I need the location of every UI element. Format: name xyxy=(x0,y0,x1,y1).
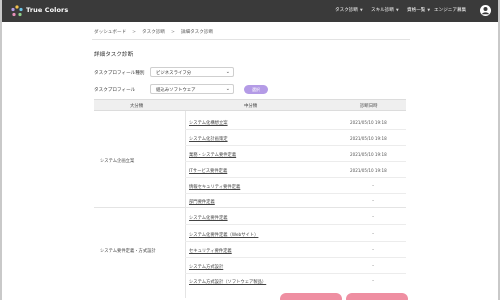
row-link[interactable]: システム化計画策定 xyxy=(189,136,228,142)
breadcrumb-dashboard[interactable]: ダッシュボード xyxy=(94,30,126,35)
nav-label: タスク診断 xyxy=(335,8,358,13)
user-avatar-icon[interactable] xyxy=(480,5,491,16)
true-colors-logo-icon[interactable] xyxy=(11,5,23,17)
nav-label: スキル診断 xyxy=(371,8,394,13)
row-link[interactable]: 業務・システム要件定義 xyxy=(189,152,236,158)
row-link[interactable]: システム方式設計 xyxy=(189,264,223,270)
profile-category-label: タスクプロフィール種別 xyxy=(94,71,145,76)
nav-label: エンジニア募集 xyxy=(434,8,467,13)
header-diagnosis-date: 診断日時 xyxy=(360,104,378,109)
row-link[interactable]: システム化構想立案 xyxy=(189,120,228,126)
chevron-down-icon: ▼ xyxy=(395,8,399,12)
chevron-down-icon: ▼ xyxy=(359,8,363,12)
select-value: 組込みソフトウェア xyxy=(156,88,196,93)
nav-label: 資格一覧 xyxy=(407,8,426,13)
row-date: 2021/05/10 19:18 xyxy=(350,136,387,141)
row-link[interactable]: 部門要件定義 xyxy=(189,199,215,205)
chevron-down-icon: ▼ xyxy=(427,8,431,12)
breadcrumb-task-diagnosis[interactable]: タスク診断 xyxy=(142,30,165,35)
row-divider xyxy=(185,145,406,146)
row-date: – xyxy=(372,279,375,284)
row-date: 2021/05/10 19:18 xyxy=(350,152,387,157)
breadcrumb: ダッシュボード > タスク診断 > 詳細タスク診断 xyxy=(94,29,213,35)
row-link[interactable]: システム方式設計（ソフトウェア製品） xyxy=(189,279,266,285)
profile-select[interactable]: 組込みソフトウェア ⌄ xyxy=(150,84,234,94)
column-divider xyxy=(185,111,186,298)
row-date: – xyxy=(372,215,375,220)
row-divider xyxy=(185,129,406,130)
row-date: 2021/05/10 19:18 xyxy=(350,120,387,125)
row-link[interactable]: システム化要件定義（Webサイト） xyxy=(189,232,258,238)
row-date: – xyxy=(372,248,375,253)
row-date: 2021/05/10 19:18 xyxy=(350,168,387,173)
row-divider xyxy=(185,177,406,178)
select-button[interactable]: 選択 xyxy=(244,85,268,94)
row-divider xyxy=(185,193,406,194)
category-label: システム企画立案 xyxy=(100,159,135,164)
chevron-down-icon: ⌄ xyxy=(225,69,230,75)
brand-name[interactable]: True Colors xyxy=(26,6,68,14)
category-label: システム要件定義・方式設計 xyxy=(100,249,156,254)
row-link[interactable]: システム化要件定義 xyxy=(189,215,228,221)
row-date: – xyxy=(372,199,375,204)
top-navigation-bar: True Colors タスク診断 ▼ スキル診断 ▼ 資格一覧 ▼ エンジニア募集 xyxy=(2,0,498,22)
divider xyxy=(92,39,410,40)
breadcrumb-current: 詳細タスク診断 xyxy=(180,30,214,35)
page-title: 詳細タスク診断 xyxy=(94,52,134,58)
header-major-category: 大分類 xyxy=(130,104,144,109)
header-middle-category: 中分類 xyxy=(244,104,258,109)
chevron-down-icon: ⌄ xyxy=(225,86,230,92)
nav-task-diagnosis[interactable]: タスク診断 ▼ xyxy=(335,7,363,13)
row-divider xyxy=(185,161,406,162)
row-divider xyxy=(185,224,406,225)
row-date: – xyxy=(372,264,375,269)
nav-certifications[interactable]: 資格一覧 ▼ xyxy=(407,7,430,13)
row-date: – xyxy=(372,232,375,237)
row-link[interactable]: セキュリティ要件定義 xyxy=(189,248,232,254)
row-link[interactable]: ITサービス要件定義 xyxy=(189,168,227,174)
breadcrumb-separator: > xyxy=(132,30,137,35)
select-value: ビジネスライフ分 xyxy=(156,71,192,76)
row-link[interactable]: 情報セキュリティ要件定義 xyxy=(189,184,240,190)
nav-skill-diagnosis[interactable]: スキル診断 ▼ xyxy=(371,7,399,13)
app-window: True Colors タスク診断 ▼ スキル診断 ▼ 資格一覧 ▼ エンジニア募集 … xyxy=(0,0,500,300)
row-divider xyxy=(185,273,406,274)
row-divider xyxy=(185,241,406,242)
row-date: – xyxy=(372,184,375,189)
pink-action-button[interactable] xyxy=(280,293,342,300)
pink-action-button[interactable] xyxy=(346,293,408,300)
profile-category-select[interactable]: ビジネスライフ分 ⌄ xyxy=(150,67,234,77)
breadcrumb-separator: > xyxy=(171,30,175,35)
row-divider xyxy=(185,257,406,258)
profile-label: タスクプロフィール xyxy=(94,88,136,93)
nav-engineer-recruit[interactable]: エンジニア募集 xyxy=(434,7,466,13)
